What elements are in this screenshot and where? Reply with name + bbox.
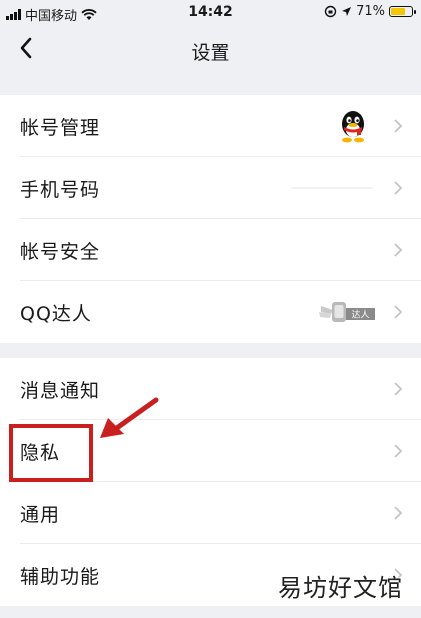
chevron-right-icon: [394, 305, 403, 319]
red-arrow-annotation: [100, 397, 159, 438]
watermark-text: 易坊好文馆: [278, 574, 403, 602]
chevron-right-icon: [394, 181, 403, 195]
daren-badge-text: 达人: [351, 309, 369, 321]
nav-bar: 设置: [0, 26, 421, 72]
settings-row-phone-number[interactable]: 手机号码: [0, 157, 421, 219]
daren-badge-icon: 达人: [319, 302, 375, 322]
qq-penguin-avatar: [342, 111, 364, 143]
chevron-right-icon: [394, 382, 403, 396]
row-label: 消息通知: [20, 380, 101, 402]
battery-icon: [389, 6, 416, 17]
chevron-right-icon: [394, 243, 403, 257]
masked-phone-value: [291, 187, 373, 189]
battery-percent: 71%: [356, 4, 385, 19]
settings-row-account-security[interactable]: 帐号安全: [0, 219, 421, 281]
row-label: 帐号安全: [20, 241, 101, 263]
row-label: 辅助功能: [20, 566, 101, 588]
privacy-highlight-box: [9, 424, 93, 482]
row-label: 帐号管理: [20, 117, 101, 139]
settings-row-qq-daren[interactable]: QQ达人 达人: [0, 281, 421, 343]
settings-row-account-management[interactable]: 帐号管理: [0, 95, 421, 157]
row-label: 手机号码: [20, 179, 101, 201]
chevron-right-icon: [394, 119, 403, 133]
chevron-right-icon: [394, 506, 403, 520]
settings-row-general[interactable]: 通用: [0, 482, 421, 544]
page-title: 设置: [191, 42, 230, 64]
settings-group-account: 帐号管理 手机号码 帐号安全 QQ达人 达人: [0, 95, 421, 343]
row-label: 通用: [20, 504, 61, 526]
location-icon: [342, 7, 352, 16]
settings-row-notifications[interactable]: 消息通知: [0, 358, 421, 420]
chevron-right-icon: [394, 444, 403, 458]
row-label: QQ达人: [20, 303, 92, 325]
status-bar: 中国移动 14:42 71%: [0, 0, 421, 26]
status-right: 71%: [324, 4, 416, 19]
orientation-lock-icon: [324, 5, 337, 18]
